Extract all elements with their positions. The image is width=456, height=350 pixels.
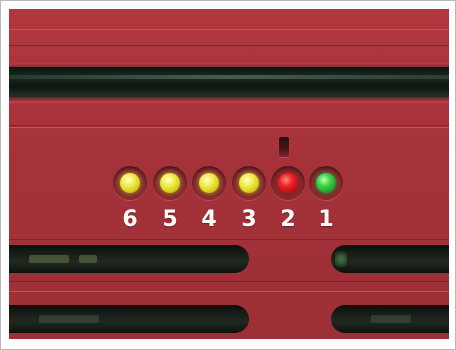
led-label-1: 1 [318,207,334,232]
led-5-indicator [160,173,180,193]
chassis-ridge [9,291,449,292]
dark-window-band [9,67,449,97]
led-socket-2 [271,166,305,200]
vent-glint [371,315,411,323]
led-socket-6 [113,166,147,200]
vent-slot-right-lower [331,305,449,333]
reset-slot [279,137,289,157]
led-label-2: 2 [280,207,296,232]
chassis-ridge [9,29,449,30]
led-label-6: 6 [122,207,138,232]
chassis-groove [9,239,449,241]
vent-spot [335,251,347,267]
led-3-indicator [239,173,259,193]
led-label-3: 3 [241,207,257,232]
led-label-4: 4 [201,207,217,232]
vent-slot-left-upper [9,245,249,273]
vent-glint [79,255,97,263]
vent-glint [39,315,99,323]
chassis-ridge [9,127,449,128]
window-sheen [9,75,449,79]
led-socket-3 [232,166,266,200]
vent-glint [29,255,69,263]
led-2-indicator [278,173,298,193]
chassis-groove [9,281,449,283]
lower-lip [9,97,449,103]
led-4-indicator [199,173,219,193]
device-chassis: 6 5 4 3 2 1 [9,9,449,339]
vent-slot-right-upper [331,245,449,273]
led-socket-1 [309,166,343,200]
vent-slot-left-lower [9,305,249,333]
chassis-groove [9,45,449,47]
led-1-indicator [316,173,336,193]
led-socket-5 [153,166,187,200]
led-label-5: 5 [162,207,178,232]
photo-frame: 6 5 4 3 2 1 [0,0,456,350]
led-6-indicator [120,173,140,193]
led-socket-4 [192,166,226,200]
